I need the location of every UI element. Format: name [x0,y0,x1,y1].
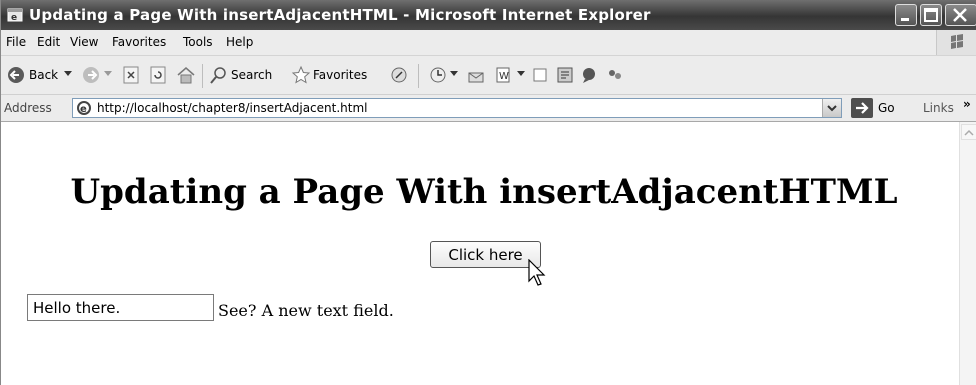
ie-icon: e [7,8,23,23]
chevron-up-icon [964,129,974,136]
svg-text:e: e [80,104,87,115]
new-text-field[interactable] [27,294,214,321]
forward-dropdown-icon[interactable] [104,71,112,91]
note-text: See? A new text field. [218,301,394,320]
maximize-icon [924,8,938,22]
go-arrow-icon [856,102,869,114]
browser-window: e Updating a Page With insertAdjacentHTM… [0,0,976,385]
menu-favorites[interactable]: Favorites [112,35,166,49]
go-label[interactable]: Go [878,101,895,115]
address-bar: Address e http://localhost/chapter8/inse… [1,95,976,122]
vertical-scrollbar[interactable] [959,122,976,385]
address-url: http://localhost/chapter8/insertAdjacent… [97,101,368,115]
address-dropdown-button[interactable] [822,99,841,117]
page-icon: e [77,101,91,115]
click-here-button[interactable]: Click here [430,241,541,268]
standard-toolbar: Back Search Favorites W [1,56,976,95]
address-label: Address [4,101,52,115]
minimize-icon [901,18,909,21]
toolbar-separator [202,64,203,88]
title-bar: e Updating a Page With insertAdjacentHTM… [1,0,976,30]
windows-logo-throbber [936,30,976,55]
forward-arrow-icon[interactable] [81,65,101,85]
page-content: Updating a Page With insertAdjacentHTML … [9,122,959,385]
research-icon[interactable] [555,65,575,85]
chevron-down-icon [827,105,837,112]
menu-edit[interactable]: Edit [37,35,60,49]
print-icon[interactable]: W [493,65,513,85]
stop-icon[interactable] [122,65,140,85]
discuss-icon[interactable] [531,65,549,85]
history-dropdown-icon[interactable] [450,71,458,91]
links-label[interactable]: Links [923,101,954,115]
toolbar-separator [418,64,419,88]
links-chevron[interactable]: » [963,97,971,111]
favorites-star-icon[interactable] [291,65,311,85]
back-arrow-icon[interactable] [6,65,26,85]
go-button[interactable] [851,98,873,118]
menu-view[interactable]: View [70,35,98,49]
windows-flag-icon [951,34,963,49]
close-icon [953,8,967,22]
menu-file[interactable]: File [6,35,26,49]
window-title: Updating a Page With insertAdjacentHTML … [29,6,651,24]
menu-help[interactable]: Help [226,35,253,49]
refresh-icon[interactable] [149,65,167,85]
menu-tools[interactable]: Tools [183,35,213,49]
mail-icon[interactable] [466,65,486,85]
search-button[interactable]: Search [231,68,272,82]
favorites-button[interactable]: Favorites [313,68,367,82]
address-input[interactable]: e http://localhost/chapter8/insertAdjace… [72,98,842,118]
svg-text:W: W [499,71,509,82]
history-icon[interactable] [428,65,448,85]
close-button[interactable] [945,4,976,26]
home-icon[interactable] [176,65,196,85]
svg-text:e: e [11,13,17,23]
page-heading: Updating a Page With insertAdjacentHTML [70,172,898,212]
menu-bar: File Edit View Favorites Tools Help [1,30,976,56]
back-dropdown-icon[interactable] [64,71,72,91]
back-button[interactable]: Back [29,68,58,82]
minimize-button[interactable] [895,4,917,26]
scroll-up-button[interactable] [961,124,976,140]
edit-dropdown-icon[interactable] [517,71,525,91]
messenger-icon[interactable] [579,65,599,85]
maximize-button[interactable] [920,4,942,26]
search-icon[interactable] [209,65,229,85]
media-icon[interactable] [389,65,409,85]
mouse-pointer-icon [528,259,546,286]
messenger-people-icon[interactable] [605,65,625,85]
